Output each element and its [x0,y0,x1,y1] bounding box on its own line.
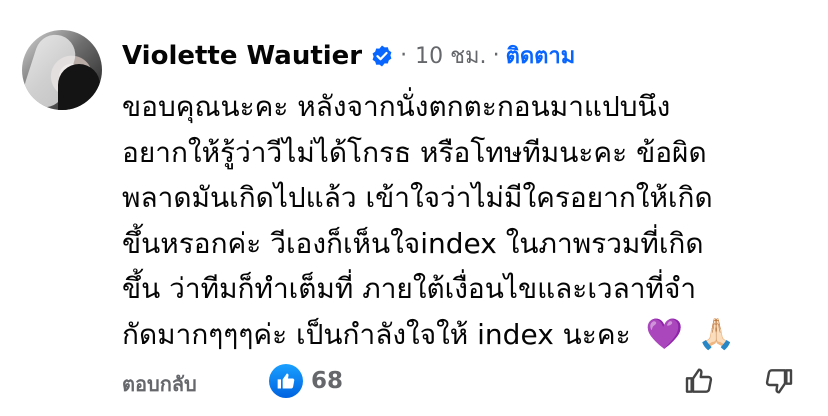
praying-hands-icon: 🙏🏻 [697,316,736,352]
comment-time[interactable]: 10 ชม. [415,38,486,73]
thumbs-up-filled-icon [269,364,303,398]
follow-button[interactable]: ติดตาม [506,38,576,73]
author-name[interactable]: Violette Wautier [122,41,362,71]
comment-body: ขอบคุณนะคะ หลังจากนั่งตกตะกอนมาแปบนึง อย… [122,84,812,357]
comment-line: ขอบคุณนะคะ หลังจากนั่งตกตะกอนมาแปบนึง [122,90,671,123]
avatar[interactable] [22,30,102,110]
separator-dot: · [400,43,408,68]
comment-line: ขึ้น ว่าทีมก็ทำเต็มที่ ภายใต้เงื่อนไขและ… [122,272,697,305]
like-count: 68 [311,368,344,394]
purple-heart-icon: 💜 [645,316,683,352]
comment-line: อยากให้รู้ว่าวีไม่ได้โกรธ หรือโทษทีมนะคะ… [122,135,707,169]
thumbs-down-outline-icon[interactable] [762,364,796,398]
thumbs-up-outline-icon[interactable] [682,364,716,398]
reactions-summary[interactable]: 68 [269,364,343,398]
comment-last-line: กัดมากๆๆๆค่ะ เป็นกำลังใจให้ index นะคะ 💜… [122,312,812,358]
comment-line: พลาดมันเกิดไปแล้ว เข้าใจว่าไม่มีใครอยากใ… [122,181,713,214]
comment-footer: ตอบกลับ 68 [122,362,822,402]
verified-badge-icon [370,44,394,68]
comment-line: ขึ้นหรอกค่ะ วีเองก็เห็นใจindex ในภาพรวมท… [122,226,704,260]
reply-button[interactable]: ตอบกลับ [122,368,197,400]
separator-dot-2: · [492,43,500,68]
comment-line: กัดมากๆๆๆค่ะ เป็นกำลังใจให้ index นะคะ [122,317,631,351]
comment-header: Violette Wautier · 10 ชม. · ติดตาม [122,38,575,73]
